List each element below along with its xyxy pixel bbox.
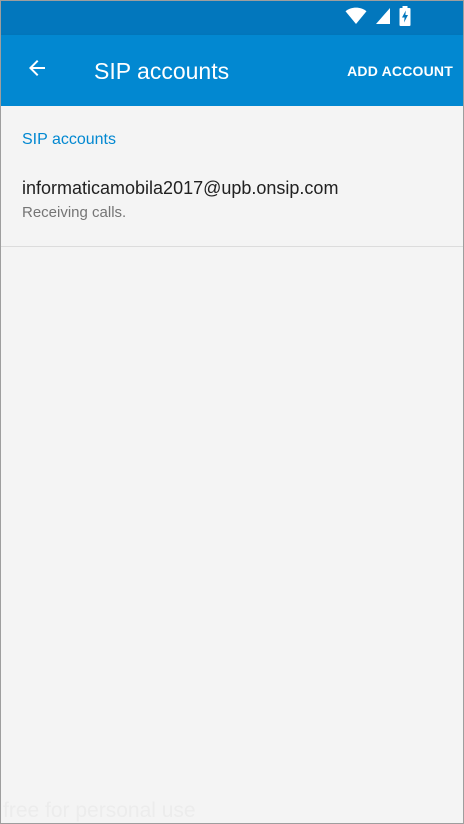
divider xyxy=(1,246,463,247)
cell-signal-icon xyxy=(375,7,391,30)
status-icons xyxy=(345,5,411,31)
back-button[interactable] xyxy=(15,48,59,92)
arrow-back-icon xyxy=(25,56,49,85)
accounts-list: SIP accounts informaticamobila2017@upb.o… xyxy=(1,106,463,823)
account-list-item[interactable]: informaticamobila2017@upb.onsip.com Rece… xyxy=(1,162,463,246)
add-account-button[interactable]: ADD ACCOUNT xyxy=(347,61,453,81)
watermark: free for personal use xyxy=(3,799,196,822)
page-title: SIP accounts xyxy=(94,58,230,84)
battery-charging-icon xyxy=(399,5,411,31)
account-title: informaticamobila2017@upb.onsip.com xyxy=(22,178,339,198)
wifi-icon xyxy=(345,7,367,30)
section-header: SIP accounts xyxy=(22,131,116,148)
app-bar: SIP accounts ADD ACCOUNT xyxy=(1,35,463,106)
account-summary: Receiving calls. xyxy=(22,204,127,221)
screen: SIP accounts ADD ACCOUNT SIP accounts in… xyxy=(0,0,464,824)
status-bar xyxy=(1,1,463,35)
